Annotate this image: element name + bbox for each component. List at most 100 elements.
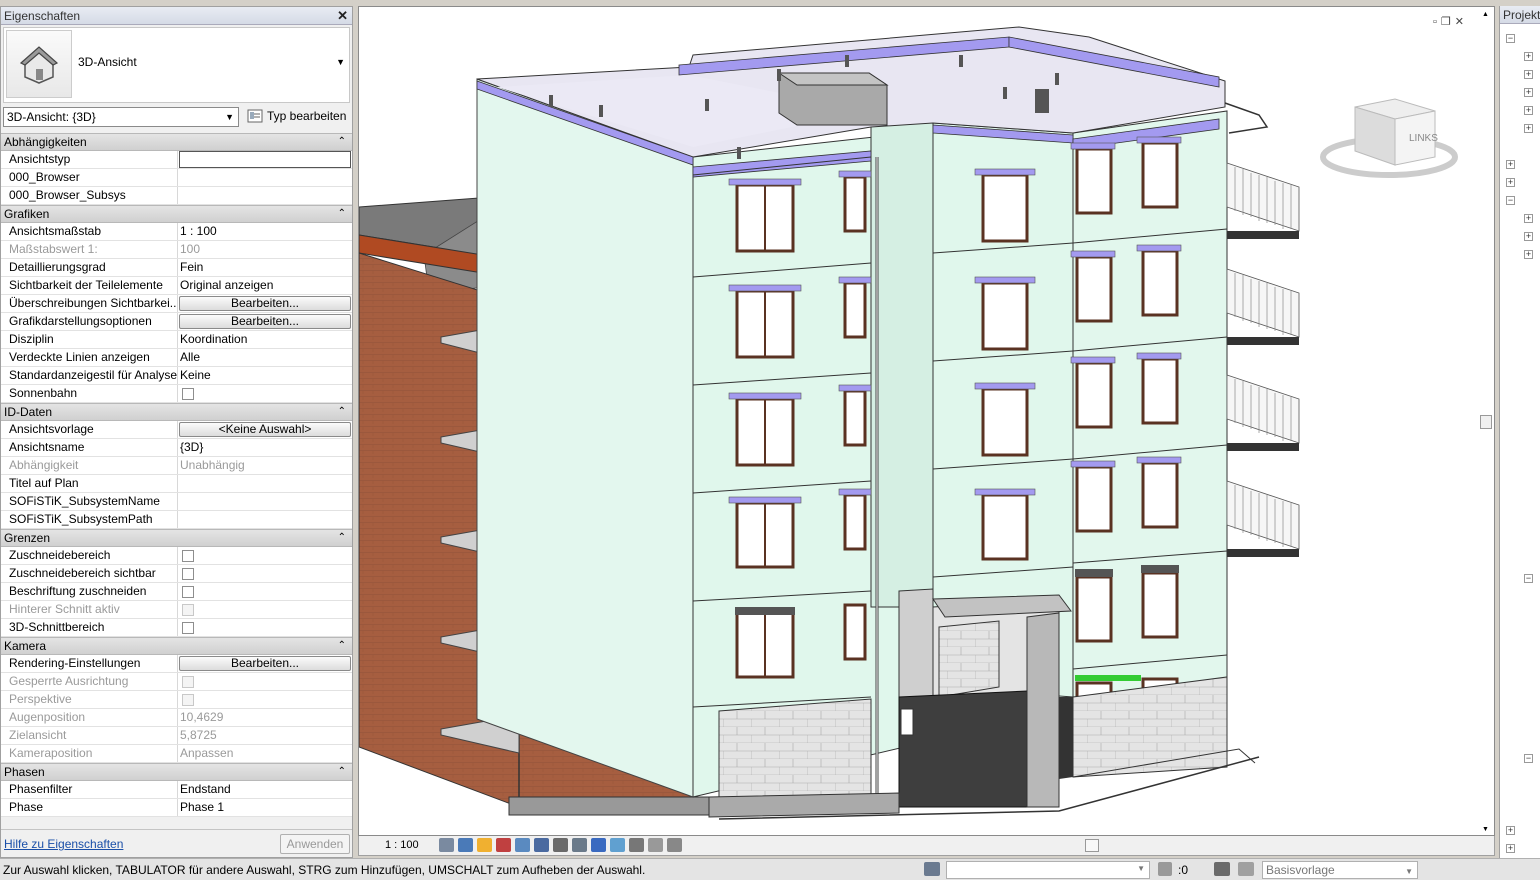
vertical-scroll-thumb[interactable]	[1480, 415, 1492, 429]
property-row: Zuschneidebereich	[1, 547, 352, 565]
tree-toggle-icon[interactable]: +	[1506, 826, 1515, 835]
workset-select[interactable]: ▼	[946, 861, 1150, 879]
tree-toggle-icon[interactable]: +	[1524, 214, 1533, 223]
worksharing-display-icon[interactable]	[629, 838, 644, 852]
worksets-icon[interactable]	[924, 862, 940, 876]
render-icon[interactable]	[515, 838, 530, 852]
tree-toggle-icon[interactable]: −	[1506, 34, 1515, 43]
property-checkbox[interactable]	[182, 388, 194, 400]
apply-button[interactable]: Anwenden	[280, 834, 350, 854]
property-checkbox[interactable]	[182, 586, 194, 598]
sun-path-icon[interactable]	[477, 838, 492, 852]
show-crop-icon[interactable]	[553, 838, 568, 852]
property-value[interactable]: 1 : 100	[178, 223, 352, 240]
property-group-header[interactable]: Kamera ⌃	[1, 637, 352, 655]
scroll-down-icon[interactable]: ▼	[1482, 826, 1489, 833]
property-group-header[interactable]: Phasen ⌃	[1, 763, 352, 781]
horizontal-scrollbar[interactable]	[714, 839, 1474, 852]
tree-toggle-icon[interactable]: +	[1524, 250, 1533, 259]
tree-toggle-icon[interactable]: +	[1506, 160, 1515, 169]
shadows-icon[interactable]	[496, 838, 511, 852]
property-value[interactable]: Alle	[178, 349, 352, 366]
chevron-down-icon[interactable]: ▼	[336, 57, 345, 67]
property-value[interactable]: Koordination	[178, 331, 352, 348]
property-checkbox[interactable]	[182, 622, 194, 634]
property-edit-button[interactable]: <Keine Auswahl>	[179, 422, 351, 437]
property-name: Ansichtsmaßstab	[1, 223, 178, 240]
crop-view-icon[interactable]	[534, 838, 549, 852]
design-options-icon[interactable]	[1238, 862, 1254, 876]
tree-toggle-icon[interactable]: +	[1524, 52, 1533, 61]
minimize-icon[interactable]: ▫	[1433, 16, 1441, 28]
property-value[interactable]	[178, 493, 352, 510]
property-name: Ansichtstyp	[1, 151, 178, 168]
collapse-icon[interactable]: ⌃	[338, 764, 346, 780]
tree-toggle-icon[interactable]: +	[1506, 844, 1515, 853]
property-group-header[interactable]: Abhängigkeiten ⌃	[1, 133, 352, 151]
tree-toggle-icon[interactable]: +	[1524, 106, 1533, 115]
horizontal-scroll-thumb[interactable]	[1085, 839, 1099, 852]
edit-type-button[interactable]: Typ bearbeiten	[245, 107, 346, 127]
property-edit-button[interactable]: Bearbeiten...	[179, 296, 351, 311]
analytical-model-icon[interactable]	[648, 838, 663, 852]
property-edit-button[interactable]: Bearbeiten...	[179, 656, 351, 671]
type-selector[interactable]: 3D-Ansicht ▼	[3, 27, 350, 103]
help-link[interactable]: Hilfe zu Eigenschaften	[4, 837, 123, 851]
tree-toggle-icon[interactable]: +	[1524, 232, 1533, 241]
building-3d-model[interactable]: LINKS	[359, 7, 1479, 836]
property-checkbox[interactable]	[182, 568, 194, 580]
property-group-title: Grafiken	[4, 207, 50, 221]
property-value[interactable]: Phase 1	[178, 799, 352, 816]
lock-view-icon[interactable]	[572, 838, 587, 852]
property-row: Abhängigkeit Unabhängig	[1, 457, 352, 475]
property-value[interactable]: Fein	[178, 259, 352, 276]
property-edit-button[interactable]: Bearbeiten...	[179, 314, 351, 329]
tree-toggle-icon[interactable]: +	[1524, 88, 1533, 97]
property-value-input[interactable]	[179, 151, 351, 168]
view-window-controls[interactable]: ▫❐✕	[1433, 15, 1468, 28]
property-value[interactable]: {3D}	[178, 439, 352, 456]
restore-icon[interactable]: ❐	[1441, 16, 1455, 28]
tree-toggle-icon[interactable]: −	[1524, 574, 1533, 583]
viewcube[interactable]: LINKS	[1320, 98, 1458, 178]
property-checkbox[interactable]	[182, 550, 194, 562]
editable-only-icon[interactable]	[1214, 862, 1230, 876]
tree-toggle-icon[interactable]: −	[1524, 754, 1533, 763]
property-row: Zuschneidebereich sichtbar	[1, 565, 352, 583]
tree-toggle-icon[interactable]: +	[1506, 178, 1515, 187]
close-icon[interactable]: ✕	[337, 7, 348, 25]
tree-toggle-icon[interactable]: +	[1524, 70, 1533, 79]
view-scale[interactable]: 1 : 100	[385, 839, 419, 851]
view-instance-select[interactable]: 3D-Ansicht: {3D} ▼	[3, 107, 239, 127]
collapse-icon[interactable]: ⌃	[338, 206, 346, 222]
property-group-header[interactable]: Grafiken ⌃	[1, 205, 352, 223]
reveal-hidden-icon[interactable]	[610, 838, 625, 852]
property-value[interactable]: Original anzeigen	[178, 277, 352, 294]
collapse-icon[interactable]: ⌃	[338, 134, 346, 150]
filter-icon[interactable]	[1158, 862, 1172, 876]
property-value[interactable]	[178, 169, 352, 186]
property-group-header[interactable]: ID-Daten ⌃	[1, 403, 352, 421]
project-browser: Projekt − + + + + + + + − + + + − − + +	[1499, 6, 1540, 858]
tree-toggle-icon[interactable]: −	[1506, 196, 1515, 205]
3d-viewport[interactable]: LINKS ▫❐✕ ▲ ▼	[358, 6, 1495, 836]
scroll-up-icon[interactable]: ▲	[1482, 11, 1489, 18]
property-value[interactable]	[178, 187, 352, 204]
property-row: Sonnenbahn	[1, 385, 352, 403]
close-icon[interactable]: ✕	[1455, 16, 1468, 28]
property-value[interactable]: Endstand	[178, 781, 352, 798]
detail-level-icon[interactable]	[439, 838, 454, 852]
temporary-hide-icon[interactable]	[591, 838, 606, 852]
collapse-icon[interactable]: ⌃	[338, 530, 346, 546]
visual-style-icon[interactable]	[458, 838, 473, 852]
property-value[interactable]: Keine	[178, 367, 352, 384]
property-value[interactable]	[178, 511, 352, 528]
collapse-icon[interactable]: ⌃	[338, 404, 346, 420]
design-option-select[interactable]: Basisvorlage ▼	[1262, 861, 1418, 879]
property-value[interactable]	[178, 475, 352, 492]
tree-toggle-icon[interactable]: +	[1524, 124, 1533, 133]
collapse-icon[interactable]: ⌃	[338, 638, 346, 654]
vertical-scrollbar[interactable]: ▲ ▼	[1478, 7, 1494, 835]
highlight-displacement-icon[interactable]	[667, 838, 682, 852]
property-group-header[interactable]: Grenzen ⌃	[1, 529, 352, 547]
